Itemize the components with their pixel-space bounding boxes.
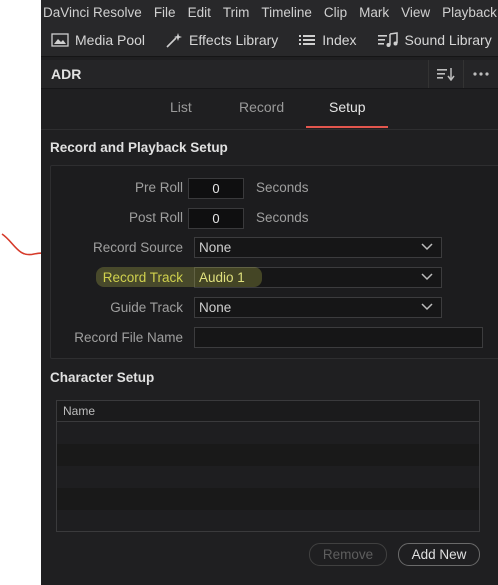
menu-file[interactable]: File [154, 5, 176, 20]
add-new-button[interactable]: Add New [398, 543, 480, 566]
chevron-down-icon [421, 303, 433, 311]
menu-clip[interactable]: Clip [324, 5, 347, 20]
more-options-icon [473, 72, 489, 76]
adr-panel-header: ADR [41, 60, 498, 89]
list-row [57, 510, 479, 531]
sort-icon [437, 68, 455, 81]
list-row [57, 444, 479, 466]
list-row [57, 488, 479, 510]
sort-button[interactable] [428, 60, 463, 88]
magic-wand-icon [166, 33, 183, 48]
media-pool-label: Media Pool [75, 32, 146, 48]
tab-record[interactable]: Record [239, 99, 284, 115]
menu-davinci-resolve[interactable]: DaVinci Resolve [43, 5, 142, 20]
more-options-button[interactable] [463, 60, 498, 88]
menu-timeline[interactable]: Timeline [261, 5, 312, 20]
record-source-label: Record Source [92, 240, 183, 255]
menu-edit[interactable]: Edit [188, 5, 211, 20]
post-roll-unit: Seconds [256, 210, 309, 225]
annotation-highlight [96, 267, 262, 287]
active-tab-indicator [306, 126, 388, 128]
index-button[interactable]: Index [288, 24, 366, 56]
post-roll-label: Post Roll [128, 210, 183, 225]
list-row [57, 466, 479, 488]
record-playback-heading: Record and Playback Setup [50, 140, 228, 155]
music-list-icon [377, 32, 398, 47]
list-icon [299, 35, 316, 45]
record-file-name-input[interactable] [194, 327, 483, 348]
pre-roll-unit: Seconds [256, 180, 309, 195]
menu-trim[interactable]: Trim [223, 5, 250, 20]
pre-roll-label: Pre Roll [134, 180, 183, 195]
guide-track-label: Guide Track [110, 300, 183, 315]
record-source-value: None [199, 240, 232, 255]
media-pool-icon [51, 33, 69, 47]
list-row [57, 422, 479, 444]
post-roll-input[interactable]: 0 [188, 208, 244, 229]
menu-view[interactable]: View [401, 5, 430, 20]
chevron-down-icon [421, 273, 433, 281]
menu-mark[interactable]: Mark [359, 5, 389, 20]
character-setup-heading: Character Setup [50, 370, 155, 385]
record-playback-setup-box: Pre Roll 0 Seconds Post Roll 0 Seconds R… [50, 165, 498, 359]
pre-roll-input[interactable]: 0 [188, 178, 244, 199]
sound-library-label: Sound Library [404, 32, 492, 48]
tab-setup[interactable]: Setup [329, 99, 366, 115]
guide-track-dropdown[interactable]: None [194, 297, 442, 318]
list-header: Name [57, 401, 479, 422]
menu-bar: DaVinci Resolve File Edit Trim Timeline … [41, 0, 498, 24]
sound-library-button[interactable]: Sound Library [367, 24, 498, 56]
effects-library-label: Effects Library [189, 32, 279, 48]
effects-library-button[interactable]: Effects Library [155, 24, 288, 56]
index-label: Index [322, 32, 357, 48]
record-file-name-label: Record File Name [74, 330, 183, 345]
panel-title: ADR [51, 66, 82, 82]
toolbar: Media Pool Effects Library Index Sound L… [41, 24, 498, 57]
guide-track-value: None [199, 300, 232, 315]
davinci-resolve-window: DaVinci Resolve File Edit Trim Timeline … [41, 0, 498, 585]
media-pool-button[interactable]: Media Pool [41, 24, 155, 56]
record-source-dropdown[interactable]: None [194, 237, 442, 258]
tab-list[interactable]: List [170, 99, 192, 115]
adr-tabs: List Record Setup [41, 89, 498, 130]
character-list[interactable]: Name [56, 400, 480, 532]
chevron-down-icon [421, 243, 433, 251]
remove-button[interactable]: Remove [309, 543, 387, 566]
name-column-header[interactable]: Name [63, 404, 95, 418]
menu-playback[interactable]: Playback [442, 5, 497, 20]
